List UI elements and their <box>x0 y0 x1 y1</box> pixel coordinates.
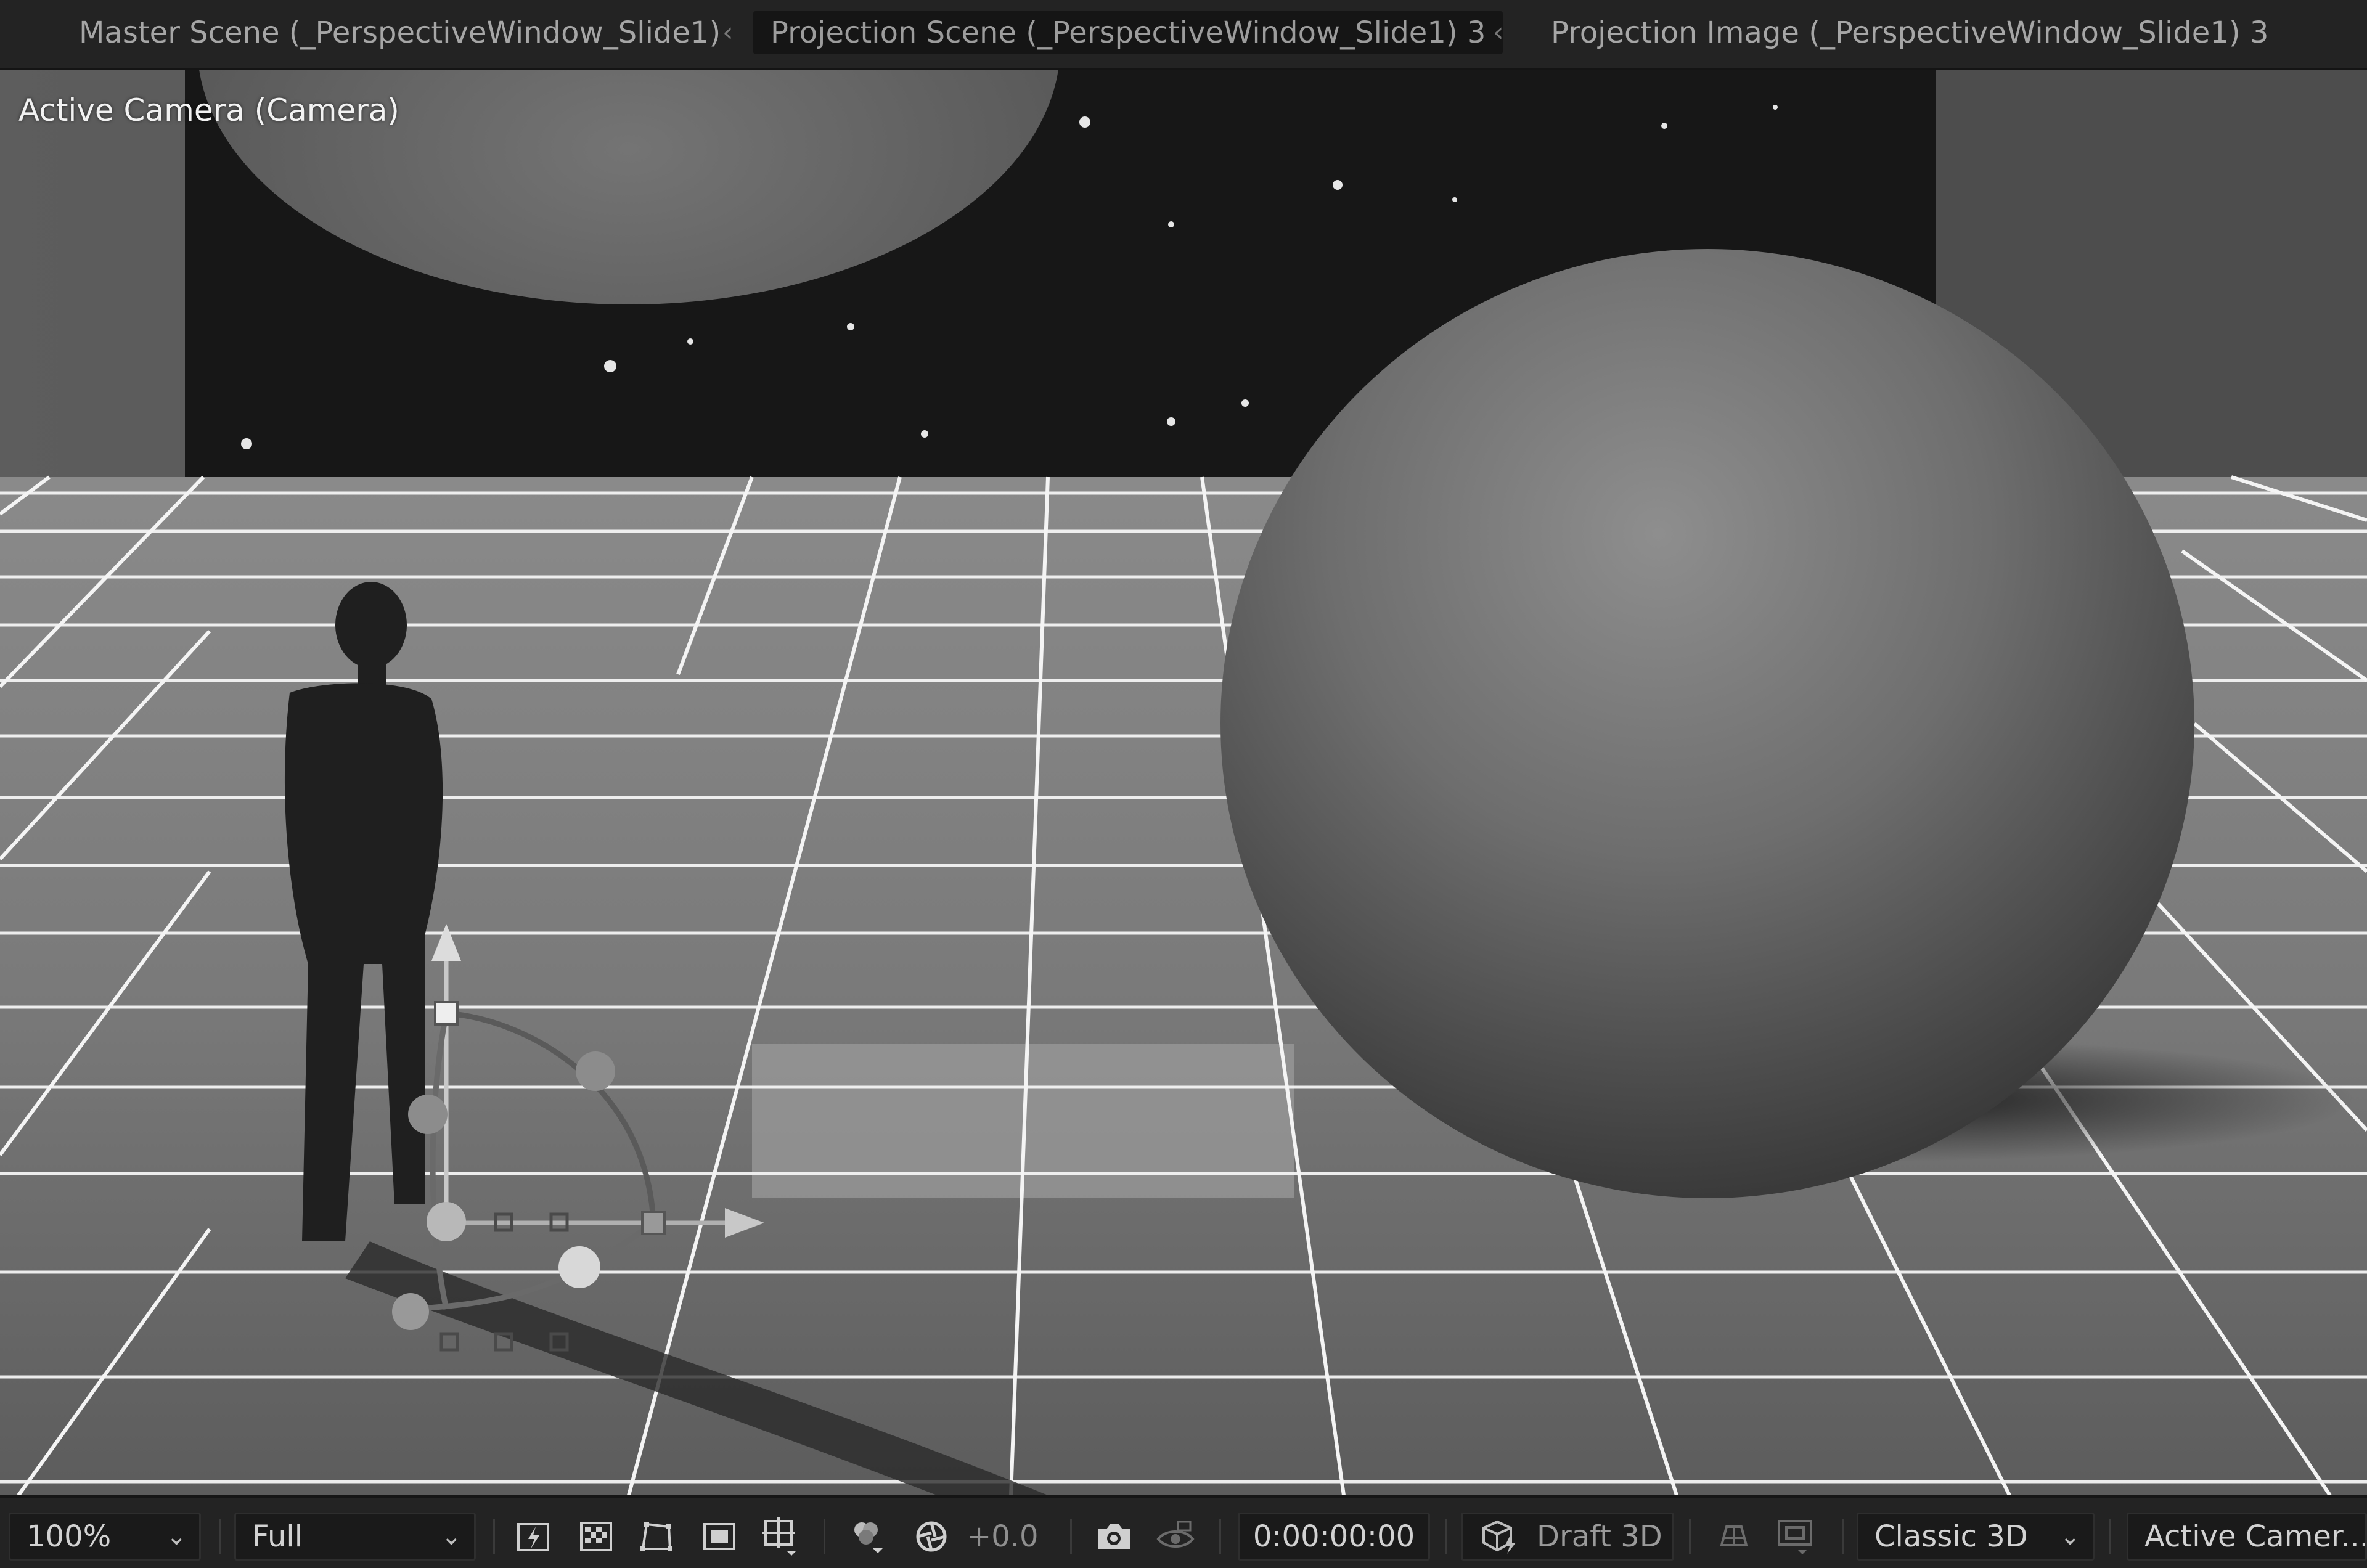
draft-3d-toggle[interactable]: Draft 3D <box>1461 1513 1674 1561</box>
chevron-down-icon: ⌄ <box>441 1522 462 1551</box>
gizmo-rotate-handle[interactable] <box>408 1095 448 1134</box>
composition-viewer[interactable]: Active Camera (Camera) <box>0 70 2367 1495</box>
breadcrumb-master-scene[interactable]: Master Scene (_PerspectiveWindow_Slide1) <box>62 11 738 54</box>
snapshot-camera-icon[interactable] <box>1094 1516 1134 1557</box>
breadcrumb-separator-icon: ‹ <box>722 17 734 48</box>
draft-3d-label: Draft 3D <box>1537 1519 1662 1554</box>
active-camera-label: Active Camera (Camera) <box>18 92 399 128</box>
timecode-value: 0:00:00:00 <box>1253 1519 1415 1554</box>
mask-path-visibility-icon[interactable] <box>636 1516 677 1557</box>
toolbar-divider <box>219 1519 221 1554</box>
3d-view-value: Active Camer... <box>2144 1519 2367 1554</box>
toolbar-divider <box>1842 1519 1844 1554</box>
breadcrumb-projection-image[interactable]: Projection Image (_PerspectiveWindow_Sli… <box>1534 11 2286 54</box>
toolbar-divider <box>2109 1519 2111 1554</box>
reset-exposure-icon[interactable] <box>911 1516 952 1557</box>
fast-previews-icon[interactable] <box>513 1516 554 1557</box>
current-time-display[interactable]: 0:00:00:00 <box>1238 1513 1430 1561</box>
show-snapshot-icon[interactable] <box>1155 1516 1196 1557</box>
toolbar-divider <box>1070 1519 1072 1554</box>
region-of-interest-icon[interactable] <box>699 1516 740 1557</box>
renderer-value: Classic 3D <box>1874 1519 2028 1554</box>
gizmo-rotate-handle[interactable] <box>558 1246 600 1288</box>
chevron-down-icon: ⌄ <box>166 1522 187 1551</box>
viewer-canvas[interactable] <box>0 70 2367 1495</box>
viewer-toolbar: 100% ⌄ Full ⌄ +0.0 0:00:00:00 Draft 3D C… <box>0 1495 2367 1568</box>
3d-ground-plane-icon[interactable] <box>1714 1516 1754 1557</box>
gizmo-handle-square[interactable] <box>434 1001 459 1026</box>
transparency-grid-icon[interactable] <box>576 1516 616 1557</box>
grid-guides-icon[interactable] <box>759 1516 800 1557</box>
gizmo-handle-square[interactable] <box>641 1211 666 1235</box>
toolbar-divider <box>1689 1519 1691 1554</box>
toolbar-divider <box>1219 1519 1221 1554</box>
magnification-dropdown[interactable]: 100% ⌄ <box>9 1513 201 1561</box>
exposure-value[interactable]: +0.0 <box>967 1513 1039 1561</box>
toolbar-divider <box>493 1519 495 1554</box>
3d-view-dropdown[interactable]: Active Camer... <box>2127 1513 2367 1561</box>
renderer-dropdown[interactable]: Classic 3D ⌄ <box>1857 1513 2095 1561</box>
chevron-down-icon: ⌄ <box>2059 1522 2080 1551</box>
resolution-dropdown[interactable]: Full ⌄ <box>234 1513 476 1561</box>
toolbar-divider <box>824 1519 825 1554</box>
resolution-value: Full <box>252 1519 303 1554</box>
sphere-layer[interactable] <box>1220 249 2194 1198</box>
composition-breadcrumb-bar: Master Scene (_PerspectiveWindow_Slide1)… <box>0 0 2367 70</box>
toolbar-divider <box>1445 1519 1447 1554</box>
gizmo-rotate-handle[interactable] <box>392 1293 429 1330</box>
color-channels-icon[interactable] <box>847 1516 888 1557</box>
magnification-value: 100% <box>27 1519 112 1554</box>
gizmo-rotate-handle[interactable] <box>576 1051 615 1091</box>
breadcrumb-projection-scene[interactable]: Projection Scene (_PerspectiveWindow_Sli… <box>753 11 1503 54</box>
gizmo-rotate-handle[interactable] <box>427 1202 466 1241</box>
draft-3d-cube-icon <box>1479 1518 1522 1559</box>
breadcrumb-separator-icon: ‹ <box>1493 17 1504 48</box>
extended-viewer-icon[interactable] <box>1775 1516 1816 1557</box>
